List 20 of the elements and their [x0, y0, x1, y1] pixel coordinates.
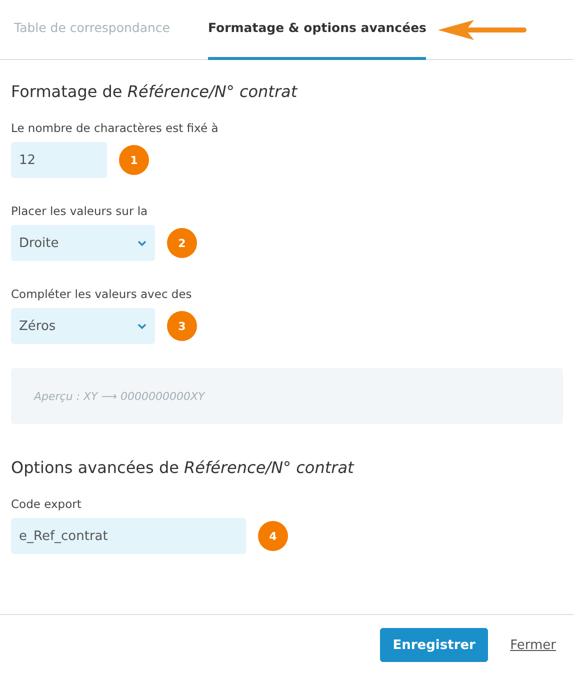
- step-badge: 2: [167, 228, 197, 258]
- close-link[interactable]: Fermer: [510, 638, 556, 652]
- step-badge: 1: [119, 145, 149, 175]
- step-badge: 4: [258, 521, 288, 551]
- input-field[interactable]: 12: [11, 142, 107, 178]
- input-field[interactable]: e_Ref_contrat: [11, 518, 246, 554]
- section-title: Formatage de Référence/N° contrat: [11, 82, 298, 101]
- preview-text: Aperçu : XY ⟶ 0000000000XY: [34, 390, 205, 402]
- chevron-icon: [137, 240, 147, 246]
- tab[interactable]: Formatage & options avancées: [208, 0, 426, 60]
- save-button[interactable]: Enregistrer: [380, 628, 488, 662]
- chevron-icon: [137, 322, 147, 330]
- field-label: Le nombre de charactères est fixé à: [11, 121, 220, 135]
- field-label: Compléter les valeurs avec des: [11, 287, 193, 301]
- field-label: Placer les valeurs sur la: [11, 204, 149, 218]
- dropdown[interactable]: Zéros: [11, 308, 155, 344]
- step-badge: 3: [167, 311, 197, 341]
- field-label: Code export: [11, 497, 82, 511]
- section-title: Options avancées de Référence/N° contrat: [11, 458, 356, 477]
- dropdown[interactable]: Droite: [11, 225, 155, 261]
